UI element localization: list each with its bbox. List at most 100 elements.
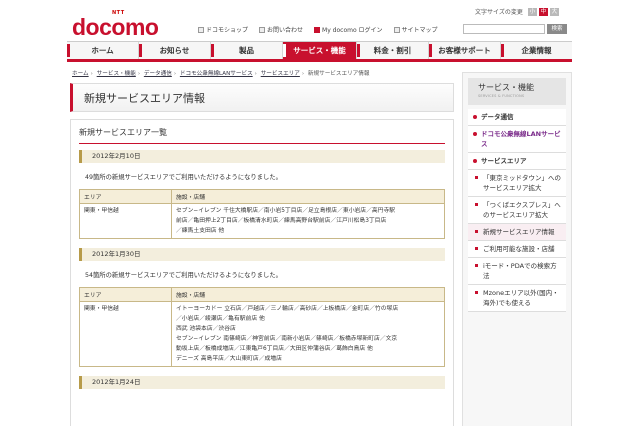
sidebar-item-wlan[interactable]: ドコモ公衆無線LANサービス [468,126,566,153]
sidebar-item-data[interactable]: データ通信 [468,109,566,126]
mydocomo-icon [314,26,321,33]
breadcrumb-link-wlan[interactable]: ドコモ公衆無線LANサービス [180,71,253,77]
nav-tab-home[interactable]: ホーム [67,42,139,59]
breadcrumb-link-services[interactable]: サービス・機能 [97,71,136,77]
utility-links: ドコモショップ お問い合わせ My docomo ログイン サイトマップ [198,25,438,34]
bullet-icon [473,159,477,163]
utility-link-label: お問い合わせ [267,27,304,34]
nav-tab-pricing[interactable]: 料金・割引 [357,42,429,59]
update-date: 2012年1月24日 [79,376,445,389]
nav-tab-label: お知らせ [159,46,190,55]
search-input[interactable] [463,24,545,34]
bullet-icon [473,132,477,136]
content-box: 新規サービスエリア一覧 2012年2月10日 49箇所の新規サービスエリアでご利… [70,119,454,426]
mail-icon [259,26,266,33]
breadcrumb-link-data[interactable]: データ通信 [144,71,172,77]
area-cell: 関東・甲信越 [79,203,172,239]
square-bullet-icon [475,264,478,267]
sidebar-item-label: Mzoneエリア以外(国内・海外)でも使える [483,289,559,307]
tab-marker [501,44,504,57]
utility-link-mydocomo[interactable]: My docomo ログイン [314,25,383,34]
font-size-switcher: 文字サイズの変更 小 中 大 [475,7,559,16]
breadcrumb: ホーム › サービス・機能 › データ通信 › ドコモ公衆無線LANサービス › サービ… [72,69,369,77]
nav-tab-label: 料金・割引 [373,46,412,55]
utility-link-label: My docomo ログイン [322,27,383,34]
bullet-icon [473,115,477,119]
nav-tab-products[interactable]: 製品 [211,42,283,59]
tab-marker [429,44,432,57]
sidebar-header: サービス・機能 SERVICES & FUNCTIONS [468,78,566,105]
sidebar-item-new-areas[interactable]: 新規サービスエリア情報 [468,224,566,241]
table-header-row: エリア 施設・店舗 [79,287,445,302]
update-note: 54箇所の新規サービスエリアでご利用いただけるようになりました。 [85,272,282,279]
table-row: 関東・甲信越 イトーヨーカドー 立石店／戸越店／三ノ輪店／高砂店／上板橋店／金町… [79,301,445,367]
nav-tab-label: 企業情報 [521,46,552,55]
sidebar-item-label: ご利用可能な施設・店舗 [483,245,555,253]
nav-tab-label: お客様サポート [438,46,491,55]
square-bullet-icon [475,203,478,206]
column-header-shops: 施設・店舗 [171,287,445,302]
main-header: 新規サービスエリア情報 [70,83,454,112]
square-bullet-icon [475,247,478,250]
sitemap-icon [393,26,400,33]
sidebar-item-imode-search[interactable]: iモード・PDAでの検索方法 [468,258,566,285]
global-nav: ホーム お知らせ 製品 サービス・機能 料金・割引 お客様サポート 企業情報 [67,41,572,62]
breadcrumb-link-home[interactable]: ホーム [72,71,89,77]
nav-tab-label: 製品 [239,46,254,55]
nav-tab-corporate[interactable]: 企業情報 [501,42,572,59]
update-date: 2012年2月10日 [79,150,445,163]
font-size-medium-button[interactable]: 中 [538,7,548,16]
column-header-area: エリア [79,287,172,302]
update-note: 49箇所の新規サービスエリアでご利用いただけるようになりました。 [85,174,282,181]
sidebar-item-label: 「つくばエクスプレス」へのサービスエリア拡大 [483,201,561,219]
section-title: 新規サービスエリア一覧 [79,127,445,144]
utility-link-label: ドコモショップ [206,27,249,34]
utility-link-label: サイトマップ [401,27,438,34]
sidebar-item-service-area[interactable]: サービスエリア [468,153,566,170]
tab-marker [357,44,360,57]
table-row: 関東・甲信越 セブン−イレブン 千住大橋駅店／南小岩5丁目店／足立島根店／東小岩… [79,203,445,239]
area-table: エリア 施設・店舗 関東・甲信越 セブン−イレブン 千住大橋駅店／南小岩5丁目店… [79,189,445,239]
column-header-area: エリア [79,189,172,204]
utility-link-shop[interactable]: ドコモショップ [198,25,248,34]
nav-tab-label: サービス・機能 [293,46,346,55]
sidebar-title: サービス・機能 [478,83,534,92]
font-size-small-button[interactable]: 小 [527,7,537,16]
page: NTT docomo 文字サイズの変更 小 中 大 ドコモショップ お問い合わせ… [0,0,640,426]
area-table: エリア 施設・店舗 関東・甲信越 イトーヨーカドー 立石店／戸越店／三ノ輪店／高… [79,287,445,367]
breadcrumb-link-area[interactable]: サービスエリア [261,71,300,77]
sidebar-item-midtown[interactable]: 「東京ミッドタウン」へのサービスエリア拡大 [468,170,566,197]
column-header-shops: 施設・店舗 [171,189,445,204]
square-bullet-icon [475,230,478,233]
sidebar-menu: データ通信 ドコモ公衆無線LANサービス サービスエリア 「東京ミッドタウン」へ… [468,109,566,312]
shop-icon [198,26,204,33]
nav-tab-news[interactable]: お知らせ [139,42,211,59]
tab-marker [283,44,286,57]
breadcrumb-separator: › [173,71,177,77]
nav-tab-label: ホーム [91,46,114,55]
tab-marker [67,44,70,57]
sidebar-subtitle: SERVICES & FUNCTIONS [478,94,525,98]
utility-link-sitemap[interactable]: サイトマップ [393,25,438,34]
sidebar-item-label: ドコモ公衆無線LANサービス [481,130,561,148]
sidebar-item-label: 「東京ミッドタウン」へのサービスエリア拡大 [483,174,561,192]
shops-cell: イトーヨーカドー 立石店／戸越店／三ノ輪店／高砂店／上板橋店／金町店／竹の塚店 … [171,301,445,367]
breadcrumb-current: 新規サービスエリア情報 [307,71,370,77]
update-date: 2012年1月30日 [79,248,445,261]
sidebar-item-tsukuba[interactable]: 「つくばエクスプレス」へのサービスエリア拡大 [468,197,566,224]
sidebar-item-label: サービスエリア [481,157,527,165]
sidebar-item-label: iモード・PDAでの検索方法 [483,262,557,280]
tab-marker [139,44,142,57]
font-size-label: 文字サイズの変更 [475,9,523,16]
nav-tab-services[interactable]: サービス・機能 [283,42,357,59]
table-header-row: エリア 施設・店舗 [79,189,445,204]
search-button[interactable]: 検索 [547,24,567,34]
font-size-large-button[interactable]: 大 [549,7,559,16]
shops-cell: セブン−イレブン 千住大橋駅店／南小岩5丁目店／足立島根店／東小岩店／高円寺駅 … [171,203,445,239]
nav-tab-support[interactable]: お客様サポート [429,42,501,59]
utility-link-contact[interactable]: お問い合わせ [259,25,303,34]
sidebar-item-outside-mzone[interactable]: Mzoneエリア以外(国内・海外)でも使える [468,285,566,312]
breadcrumb-separator: › [137,71,141,77]
square-bullet-icon [475,176,478,179]
sidebar-item-facilities[interactable]: ご利用可能な施設・店舗 [468,241,566,258]
